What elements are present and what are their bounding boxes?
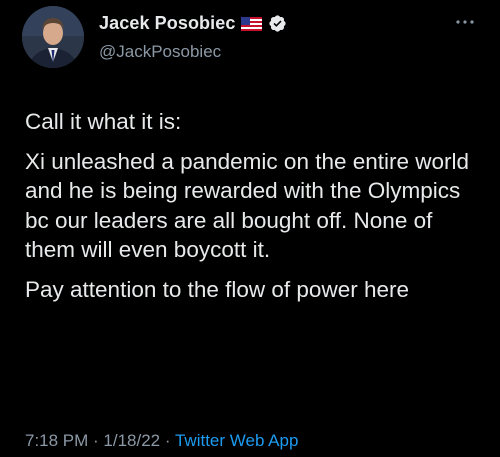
separator: · (88, 431, 104, 450)
tweet-card: Jacek Posobiec @JackPosobiec Call it wha… (0, 0, 500, 457)
tweet-metadata: 7:18 PM · 1/18/22 · Twitter Web App (25, 431, 298, 451)
tweet-paragraph: Pay attention to the flow of power here (25, 276, 409, 302)
verified-badge-icon (268, 14, 287, 33)
tweet-time[interactable]: 7:18 PM (25, 431, 88, 450)
tweet-paragraph: Call it what it is: (25, 109, 182, 134)
author-handle[interactable]: @JackPosobiec (99, 42, 221, 62)
avatar[interactable] (22, 6, 84, 68)
us-flag-icon (241, 16, 263, 31)
author-name[interactable]: Jacek Posobiec (99, 13, 235, 34)
separator: · (160, 431, 175, 450)
tweet-date[interactable]: 1/18/22 (103, 431, 160, 450)
more-options-icon[interactable] (454, 14, 476, 24)
tweet-paragraph: Xi unleashed a pandemic on the entire wo… (25, 148, 470, 263)
tweet-source-link[interactable]: Twitter Web App (175, 431, 298, 450)
tweet-text: Call it what it is: Xi unleashed a pande… (25, 107, 480, 314)
